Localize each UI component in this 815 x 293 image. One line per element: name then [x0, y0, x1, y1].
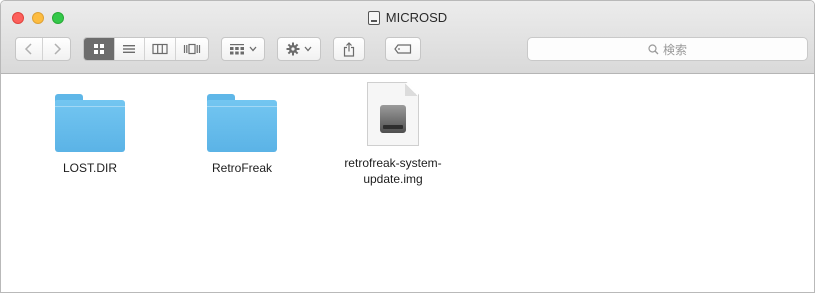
folder-icon	[207, 94, 277, 152]
icon-view-icon	[93, 44, 104, 54]
finder-window: MICROSD 検索 LOST.DIR RetroFreak retrofrea…	[0, 0, 815, 293]
arrange-button[interactable]	[221, 37, 265, 61]
chevron-left-icon	[24, 43, 32, 55]
share-button[interactable]	[333, 37, 365, 61]
file-label: LOST.DIR	[62, 161, 117, 175]
list-view-button[interactable]	[115, 38, 146, 60]
back-button[interactable]	[16, 38, 44, 60]
column-view-icon	[152, 43, 168, 55]
column-view-button[interactable]	[145, 38, 176, 60]
window-title-text: MICROSD	[385, 10, 448, 25]
icon-view-button[interactable]	[84, 38, 115, 60]
file-item-system-update-img[interactable]: retrofreak-system- update.img	[328, 82, 458, 187]
file-item-lost-dir[interactable]: LOST.DIR	[25, 88, 155, 176]
tag-button[interactable]	[385, 37, 421, 61]
chevron-down-icon	[249, 46, 257, 52]
file-label-line: retrofreak-system-	[344, 156, 442, 170]
search-icon	[648, 43, 659, 54]
sd-card-icon	[367, 10, 380, 25]
action-button[interactable]	[277, 37, 321, 61]
tag-icon	[394, 44, 412, 54]
file-label-line: update.img	[363, 172, 423, 186]
navigation-buttons	[15, 37, 71, 61]
file-area: LOST.DIR RetroFreak retrofreak-system- u…	[1, 74, 814, 292]
forward-button[interactable]	[43, 38, 70, 60]
search-field[interactable]: 検索	[527, 37, 808, 61]
cover-flow-icon	[183, 43, 200, 55]
search-placeholder: 検索	[662, 42, 687, 57]
window-title: MICROSD	[1, 10, 814, 25]
toolbar: 検索	[15, 37, 810, 63]
gear-icon	[286, 42, 300, 56]
folder-icon	[55, 94, 125, 152]
file-label: retrofreak-system- update.img	[328, 155, 458, 187]
cover-flow-button[interactable]	[176, 38, 208, 60]
chevron-right-icon	[53, 43, 61, 55]
group-arrange-icon	[230, 44, 244, 55]
share-icon	[343, 41, 355, 57]
chevron-down-icon	[304, 46, 312, 52]
title-bar: MICROSD 検索	[1, 1, 814, 74]
file-item-retrofreak[interactable]: RetroFreak	[177, 88, 307, 176]
file-label: RetroFreak	[211, 161, 273, 175]
list-view-icon	[123, 45, 136, 53]
view-mode-control	[83, 37, 209, 61]
disk-image-icon	[367, 82, 419, 146]
